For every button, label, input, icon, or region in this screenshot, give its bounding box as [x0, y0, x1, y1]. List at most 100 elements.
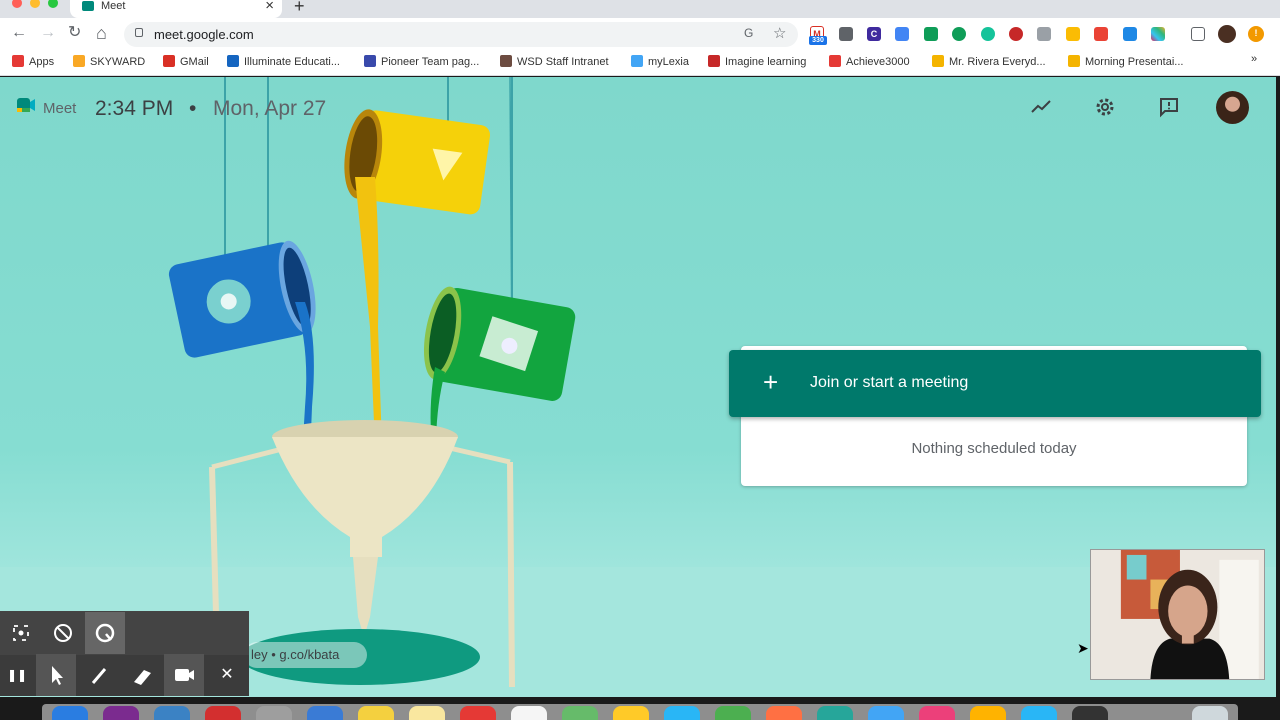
extension-apple-icon[interactable] [1009, 27, 1023, 41]
new-tab-button[interactable]: + [294, 0, 305, 17]
bookmark-item[interactable]: GMail [163, 55, 209, 68]
extension-screencastify-icon[interactable] [839, 27, 853, 41]
quality-trend-icon[interactable] [1029, 95, 1053, 119]
bottom-info-pill[interactable]: ley • g.co/kbata [244, 642, 367, 668]
dock-app-icon[interactable] [664, 706, 700, 720]
extension-cast-feed-icon[interactable] [924, 27, 938, 41]
dock-app-icon[interactable] [358, 706, 394, 720]
dock-app-icon[interactable] [256, 706, 292, 720]
bookmark-favicon-icon [163, 55, 175, 67]
dock-app-icon[interactable] [715, 706, 751, 720]
dock-app-icon[interactable] [970, 706, 1006, 720]
dock-app-icon[interactable] [52, 706, 88, 720]
dock-app-icon[interactable] [154, 706, 190, 720]
dock-app-icon[interactable] [1072, 706, 1108, 720]
dock-app-icon[interactable] [613, 706, 649, 720]
webcam-toggle-icon[interactable] [164, 654, 204, 696]
eraser-tool-icon[interactable] [122, 654, 162, 696]
dock-app-icon[interactable] [1021, 706, 1057, 720]
update-alert-icon[interactable]: ! [1248, 26, 1264, 42]
bookmark-label: Apps [29, 56, 55, 68]
extension-grid-icon[interactable] [1037, 27, 1051, 41]
extension-arrow-icon[interactable] [1123, 27, 1137, 41]
click-highlight-icon[interactable] [85, 612, 125, 654]
account-avatar[interactable] [1216, 91, 1249, 124]
bookmark-label: Illuminate Educati... [244, 56, 340, 68]
time-date-separator: • [189, 97, 197, 120]
bookmark-item[interactable]: Pioneer Team pag... [364, 55, 479, 68]
pen-tool-icon[interactable] [79, 654, 119, 696]
settings-gear-icon[interactable] [1093, 95, 1117, 119]
dock-app-icon[interactable] [511, 706, 547, 720]
bookmark-item[interactable]: Apps [12, 55, 54, 68]
focus-capture-icon[interactable] [1, 612, 41, 654]
profile-avatar-small[interactable] [1218, 25, 1236, 43]
dock-app-icon[interactable] [868, 706, 904, 720]
recorder-top-row [0, 611, 249, 655]
tab-title: Meet [101, 0, 126, 12]
bookmark-favicon-icon [1068, 55, 1080, 67]
bookmark-item[interactable]: SKYWARD [73, 55, 145, 68]
bookmark-label: Pioneer Team pag... [381, 56, 480, 68]
bookmarks-bar: Apps SKYWARD GMail Illuminate Educati... Pio… [0, 50, 1280, 76]
join-or-start-meeting-button[interactable]: + Join or start a meeting [729, 350, 1261, 417]
window-zoom-icon[interactable] [48, 0, 58, 8]
bookmark-star-icon[interactable]: ☆ [773, 24, 786, 42]
extension-grammarly-icon[interactable] [981, 27, 995, 41]
dock-app-icon[interactable] [460, 706, 496, 720]
dock-app-icon[interactable] [766, 706, 802, 720]
extension-thumb-icon[interactable] [1066, 27, 1080, 41]
bookmark-item[interactable]: Illuminate Educati... [227, 55, 340, 68]
window-minimize-icon[interactable] [30, 0, 40, 8]
back-button[interactable]: ← [11, 22, 27, 44]
dock-app-icon[interactable] [919, 706, 955, 720]
reload-button[interactable]: ↻ [68, 22, 81, 44]
pause-recording-button[interactable]: ❚❚ [0, 654, 37, 696]
bookmark-item[interactable]: Morning Presentai... [1068, 55, 1183, 68]
bookmark-favicon-icon [12, 55, 24, 67]
tab-close-icon[interactable]: × [265, 0, 274, 14]
address-url[interactable]: meet.google.com [154, 27, 254, 42]
webcam-preview[interactable] [1090, 549, 1265, 680]
bookmark-favicon-icon [708, 55, 720, 67]
feedback-icon[interactable] [1157, 95, 1181, 119]
bookmark-label: WSD Staff Intranet [517, 56, 609, 68]
extension-hangouts-icon[interactable] [952, 27, 966, 41]
empty-schedule-text: Nothing scheduled today [911, 440, 1077, 457]
plus-icon: + [763, 367, 779, 397]
bookmark-label: Mr. Rivera Everyd... [949, 56, 1046, 68]
window-close-icon[interactable] [12, 0, 22, 8]
mouse-cursor-icon: ➤ [1077, 640, 1089, 656]
bookmark-item[interactable]: Imagine learning [708, 55, 806, 68]
bookmark-item[interactable]: myLexia [631, 55, 689, 68]
bookmark-label: GMail [180, 56, 209, 68]
bookmark-item[interactable]: Achieve3000 [829, 55, 910, 68]
meet-favicon-icon [82, 1, 94, 11]
forward-button[interactable]: → [40, 22, 56, 44]
translate-icon[interactable]: G [744, 26, 753, 40]
bookmark-item[interactable]: Mr. Rivera Everyd... [932, 55, 1046, 68]
extension-translate-icon[interactable] [895, 27, 909, 41]
dock-app-icon[interactable] [307, 706, 343, 720]
bookmark-favicon-icon [364, 55, 376, 67]
cast-icon[interactable] [1191, 27, 1205, 41]
home-button[interactable]: ⌂ [96, 22, 107, 44]
cursor-highlight-icon[interactable] [43, 612, 83, 654]
trash-icon[interactable] [1192, 706, 1228, 720]
join-button-label: Join or start a meeting [810, 374, 969, 391]
address-bar[interactable]: meet.google.com G ☆ [124, 22, 798, 47]
dock-app-icon[interactable] [205, 706, 241, 720]
dock-app-icon[interactable] [409, 706, 445, 720]
pointer-tool-icon[interactable] [36, 654, 76, 696]
extension-red-icon[interactable] [1094, 27, 1108, 41]
bookmarks-overflow-button[interactable]: » [1251, 53, 1257, 65]
dock-app-icon[interactable] [562, 706, 598, 720]
dock-app-icon[interactable] [817, 706, 853, 720]
close-recorder-button[interactable]: ✕ [207, 654, 247, 696]
dock-app-icon[interactable] [103, 706, 139, 720]
extension-c-icon[interactable]: C [867, 27, 881, 41]
browser-tab-meet[interactable]: Meet × [70, 0, 282, 18]
extension-slack-icon[interactable] [1151, 27, 1165, 41]
bookmark-item[interactable]: WSD Staff Intranet [500, 55, 609, 68]
bookmark-label: Imagine learning [725, 56, 807, 68]
